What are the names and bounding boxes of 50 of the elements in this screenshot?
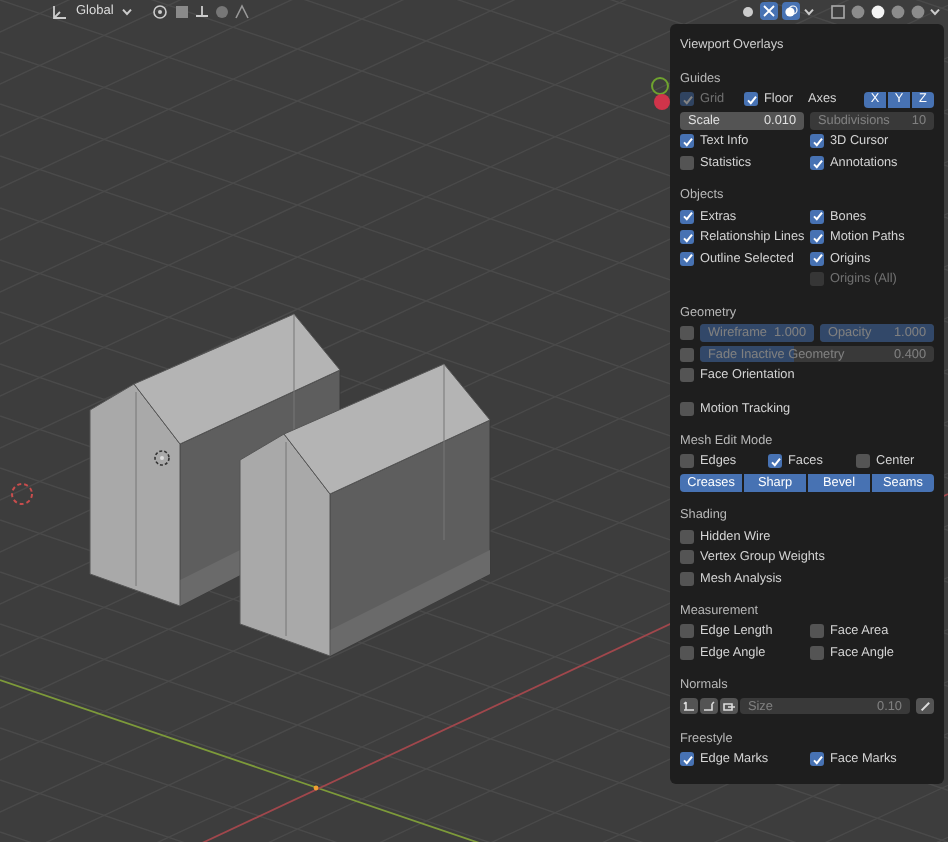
checkbox[interactable] — [810, 134, 824, 149]
gizmo-icon — [762, 4, 776, 18]
checkbox[interactable] — [680, 209, 694, 224]
checkbox[interactable] — [680, 326, 694, 341]
checkbox[interactable] — [810, 752, 824, 767]
checkbox[interactable] — [680, 624, 694, 639]
caret-icon[interactable] — [804, 7, 814, 15]
checkbox[interactable] — [810, 645, 824, 660]
overlays-icon — [784, 4, 798, 18]
normal-icon — [702, 700, 716, 713]
snap-icon[interactable] — [173, 3, 190, 19]
transform-axes-icon[interactable] — [52, 3, 68, 19]
checkbox[interactable] — [680, 454, 694, 469]
eyedropper-icon — [919, 700, 931, 713]
normals-button[interactable] — [700, 697, 718, 715]
checkbox[interactable] — [680, 230, 694, 245]
checkbox[interactable] — [680, 645, 694, 660]
visibility-icon[interactable] — [740, 3, 756, 19]
snap-target-icon[interactable] — [193, 3, 210, 19]
checkbox[interactable] — [810, 156, 824, 171]
falloff-icon[interactable] — [233, 3, 250, 19]
checkbox[interactable] — [680, 571, 694, 586]
checkbox[interactable] — [810, 209, 824, 224]
checkbox[interactable] — [680, 251, 694, 266]
caret-icon[interactable] — [930, 7, 940, 15]
normal-icon — [682, 700, 696, 713]
checkbox[interactable] — [680, 529, 694, 544]
checkbox[interactable] — [680, 401, 694, 416]
xray-icon[interactable] — [830, 3, 846, 19]
checkbox[interactable] — [680, 368, 694, 383]
checkbox[interactable] — [744, 92, 758, 107]
gizmo-toggle[interactable] — [760, 2, 778, 20]
checkbox[interactable] — [680, 752, 694, 767]
overlays-toggle[interactable] — [782, 2, 800, 20]
normals-button[interactable] — [680, 697, 698, 715]
normals-button[interactable] — [720, 697, 738, 715]
normal-icon — [722, 700, 736, 713]
checkbox[interactable] — [680, 156, 694, 171]
pivot-icon[interactable] — [151, 3, 170, 19]
eyedropper-button[interactable] — [916, 697, 934, 715]
checkbox[interactable] — [680, 550, 694, 565]
checkbox[interactable] — [810, 624, 824, 639]
checkbox[interactable] — [810, 230, 824, 245]
checkbox[interactable] — [856, 454, 870, 469]
checkbox[interactable] — [680, 347, 694, 362]
caret-icon — [121, 7, 132, 15]
checkbox[interactable] — [768, 454, 782, 469]
checkbox[interactable] — [810, 251, 824, 266]
shading-mode-icon[interactable] — [870, 3, 886, 19]
checkbox[interactable] — [680, 134, 694, 149]
